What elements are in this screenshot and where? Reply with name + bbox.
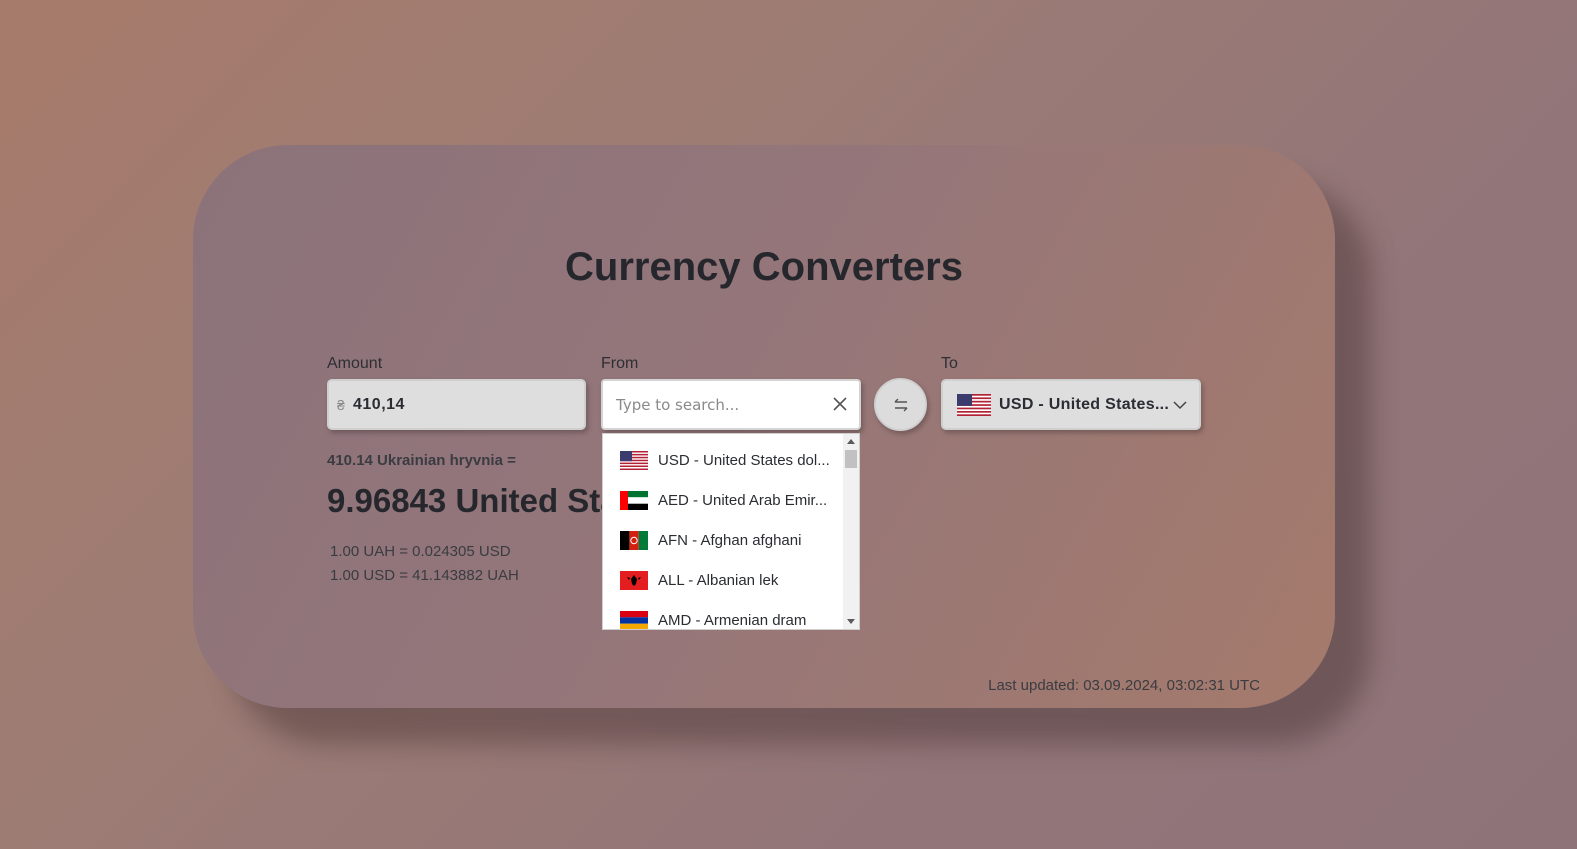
scroll-up-icon[interactable] xyxy=(847,439,855,444)
af-flag-icon xyxy=(620,530,648,550)
us-flag-icon xyxy=(957,393,991,416)
dropdown-option-usd[interactable]: USD - United States dol... xyxy=(603,440,843,480)
amount-field[interactable]: ₴ xyxy=(327,379,586,430)
page-title: Currency Converters xyxy=(565,245,963,289)
from-label: From xyxy=(601,355,639,372)
converter-card: Currency Converters Amount From To ₴ 410… xyxy=(193,145,1335,708)
to-currency-select[interactable]: USD - United States... xyxy=(941,379,1201,430)
scroll-thumb[interactable] xyxy=(845,450,857,468)
ae-flag-icon xyxy=(620,490,648,510)
chevron-down-icon xyxy=(1173,401,1187,410)
amount-input[interactable] xyxy=(353,395,573,414)
swap-currencies-button[interactable] xyxy=(874,378,927,431)
dropdown-option-amd[interactable]: AMD - Armenian dram xyxy=(603,600,843,629)
rate-uah-usd: 1.00 UAH = 0.024305 USD xyxy=(330,543,511,560)
result-caption: 410.14 Ukrainian hryvnia = xyxy=(327,452,516,469)
dropdown-option-label: AFN - Afghan afghani xyxy=(658,531,802,549)
amount-label: Amount xyxy=(327,355,383,372)
dropdown-option-label: USD - United States dol... xyxy=(658,451,830,469)
last-updated: Last updated: 03.09.2024, 03:02:31 UTC xyxy=(988,677,1260,694)
dropdown-option-aed[interactable]: AED - United Arab Emir... xyxy=(603,480,843,520)
al-flag-icon xyxy=(620,570,648,590)
to-label: To xyxy=(941,355,958,372)
dropdown-option-afn[interactable]: AFN - Afghan afghani xyxy=(603,520,843,560)
us-flag-icon xyxy=(620,450,648,470)
from-currency-dropdown: USD - United States dol... AED - United … xyxy=(602,433,860,630)
from-search-field[interactable] xyxy=(601,379,861,430)
am-flag-icon xyxy=(620,610,648,629)
dropdown-scrollbar[interactable] xyxy=(843,434,859,629)
close-icon[interactable] xyxy=(831,395,849,413)
scroll-down-icon[interactable] xyxy=(847,619,855,624)
dropdown-option-label: AMD - Armenian dram xyxy=(658,611,807,629)
dropdown-option-label: AED - United Arab Emir... xyxy=(658,491,828,509)
hryvnia-sign-icon: ₴ xyxy=(337,396,345,413)
result-value: 9.96843 United States dollars xyxy=(327,482,607,519)
dropdown-option-all[interactable]: ALL - Albanian lek xyxy=(603,560,843,600)
dropdown-option-label: ALL - Albanian lek xyxy=(658,571,779,589)
swap-arrows-icon xyxy=(894,398,907,411)
from-search-input[interactable] xyxy=(616,395,816,414)
to-selected-label: USD - United States... xyxy=(999,395,1170,413)
rate-usd-uah: 1.00 USD = 41.143882 UAH xyxy=(330,567,519,584)
